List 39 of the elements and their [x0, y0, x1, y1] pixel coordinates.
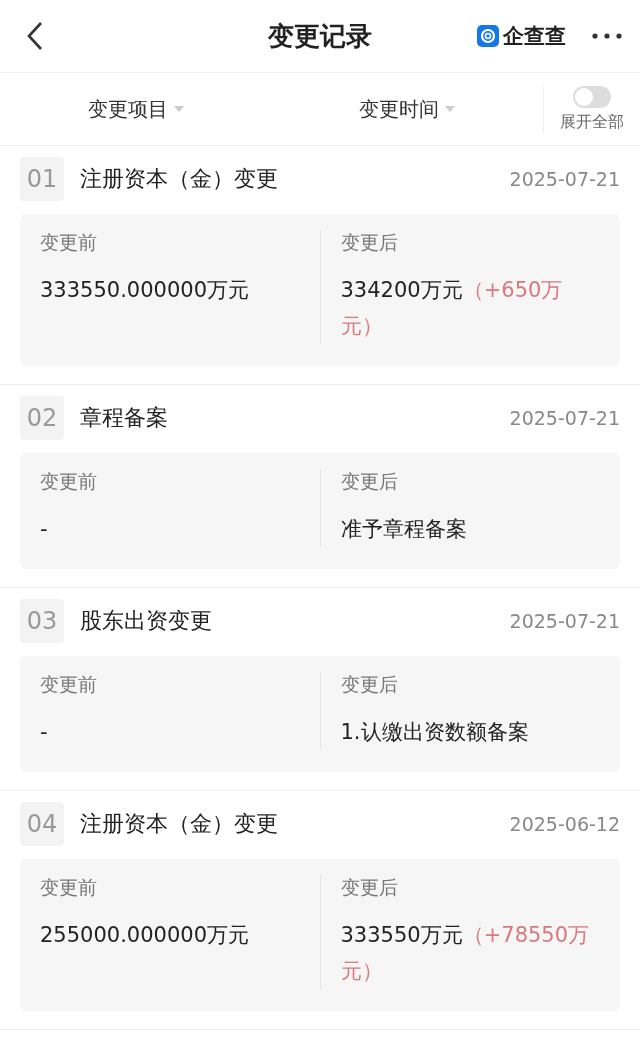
record-number: 02	[20, 396, 64, 440]
after-value: 333550万元（+78550万元）	[340, 922, 591, 985]
record-date: 2025-07-21	[509, 407, 620, 429]
after-value: 准予章程备案	[340, 516, 468, 543]
before-value: 255000.000000万元	[40, 922, 250, 949]
record-title: 章程备案	[80, 404, 168, 432]
before-value: 333550.000000万元	[40, 277, 250, 304]
filter-dropdown[interactable]: 变更项目	[0, 95, 272, 123]
before-value: -	[40, 719, 49, 746]
before-label: 变更前	[40, 469, 98, 494]
more-icon[interactable]	[592, 33, 622, 39]
caret-icon	[445, 106, 456, 112]
after-label: 变更后	[340, 672, 399, 697]
after-value: 334200万元（+650万元）	[340, 277, 564, 340]
logo-icon	[477, 25, 499, 47]
record-number: 01	[20, 157, 64, 201]
record-title: 注册资本（金）变更	[80, 165, 278, 193]
record-date: 2025-06-12	[509, 813, 620, 835]
filter-dropdown[interactable]: 变更时间	[271, 95, 543, 123]
page-title: 变更记录	[268, 19, 372, 53]
before-label: 变更前	[40, 672, 98, 697]
record-title: 注册资本（金）变更	[80, 810, 278, 838]
after-value: 1.认缴出资数额备案	[340, 719, 530, 746]
caret-icon	[173, 106, 184, 112]
before-label: 变更前	[40, 230, 98, 255]
brand-name: 企查查	[503, 23, 566, 50]
back-icon[interactable]	[26, 21, 44, 51]
after-label: 变更后	[340, 230, 399, 255]
before-value: -	[40, 516, 49, 543]
before-label: 变更前	[40, 875, 98, 900]
after-label: 变更后	[340, 875, 399, 900]
expand-label: 展开全部	[560, 111, 624, 133]
expand-toggle[interactable]	[573, 85, 611, 108]
record-number: 03	[20, 599, 64, 643]
record-date: 2025-07-21	[509, 610, 620, 632]
record-date: 2025-07-21	[509, 168, 620, 190]
after-label: 变更后	[340, 469, 399, 494]
record-title: 股东出资变更	[80, 607, 212, 635]
record-number: 04	[20, 802, 64, 846]
